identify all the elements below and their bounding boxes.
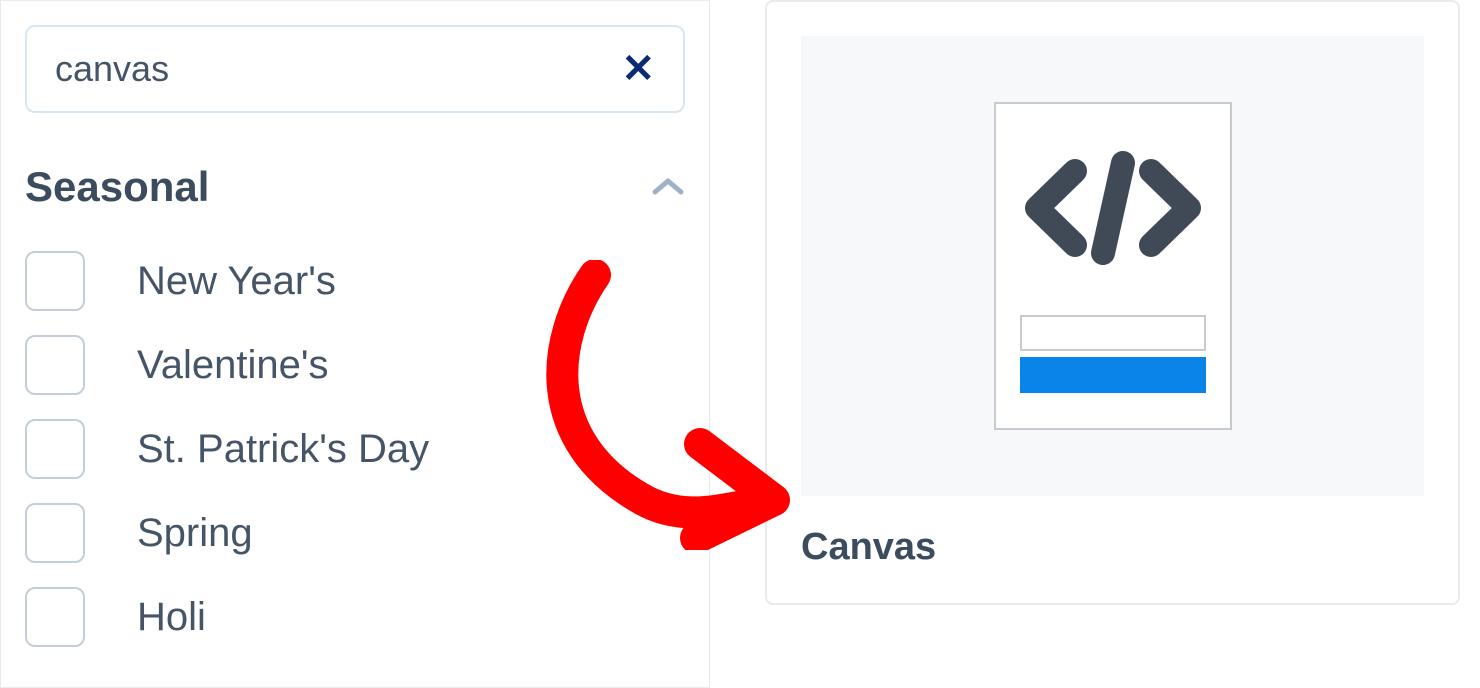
- result-title: Canvas: [801, 526, 1424, 569]
- checkbox-item-spring[interactable]: Spring: [25, 503, 685, 563]
- code-icon: [1019, 149, 1207, 267]
- checkbox-label: New Year's: [137, 259, 336, 304]
- checkbox-box[interactable]: [25, 503, 85, 563]
- checkbox-label: Holi: [137, 595, 206, 640]
- preview-button-line: [1020, 357, 1206, 393]
- checkbox-label: Spring: [137, 511, 253, 556]
- section-title: Seasonal: [25, 163, 209, 211]
- checkbox-label: St. Patrick's Day: [137, 427, 429, 472]
- preview-input-line: [1020, 315, 1206, 351]
- checkbox-box[interactable]: [25, 587, 85, 647]
- checkbox-label: Valentine's: [137, 343, 328, 388]
- clear-icon[interactable]: ✕: [621, 49, 655, 89]
- preview-area: [801, 36, 1424, 496]
- checkbox-item-new-years[interactable]: New Year's: [25, 251, 685, 311]
- search-wrapper: ✕: [25, 25, 685, 113]
- search-input[interactable]: [25, 25, 685, 113]
- checkbox-box[interactable]: [25, 419, 85, 479]
- preview-thumbnail: [994, 102, 1232, 430]
- checkbox-list: New Year's Valentine's St. Patrick's Day…: [25, 251, 685, 647]
- checkbox-item-valentines[interactable]: Valentine's: [25, 335, 685, 395]
- checkbox-item-holi[interactable]: Holi: [25, 587, 685, 647]
- chevron-up-icon[interactable]: [651, 171, 685, 203]
- result-card[interactable]: Canvas: [765, 0, 1460, 605]
- checkbox-box[interactable]: [25, 335, 85, 395]
- checkbox-box[interactable]: [25, 251, 85, 311]
- checkbox-item-st-patricks[interactable]: St. Patrick's Day: [25, 419, 685, 479]
- section-header[interactable]: Seasonal: [25, 163, 685, 211]
- filter-panel: ✕ Seasonal New Year's Valentine's St. Pa…: [0, 0, 710, 688]
